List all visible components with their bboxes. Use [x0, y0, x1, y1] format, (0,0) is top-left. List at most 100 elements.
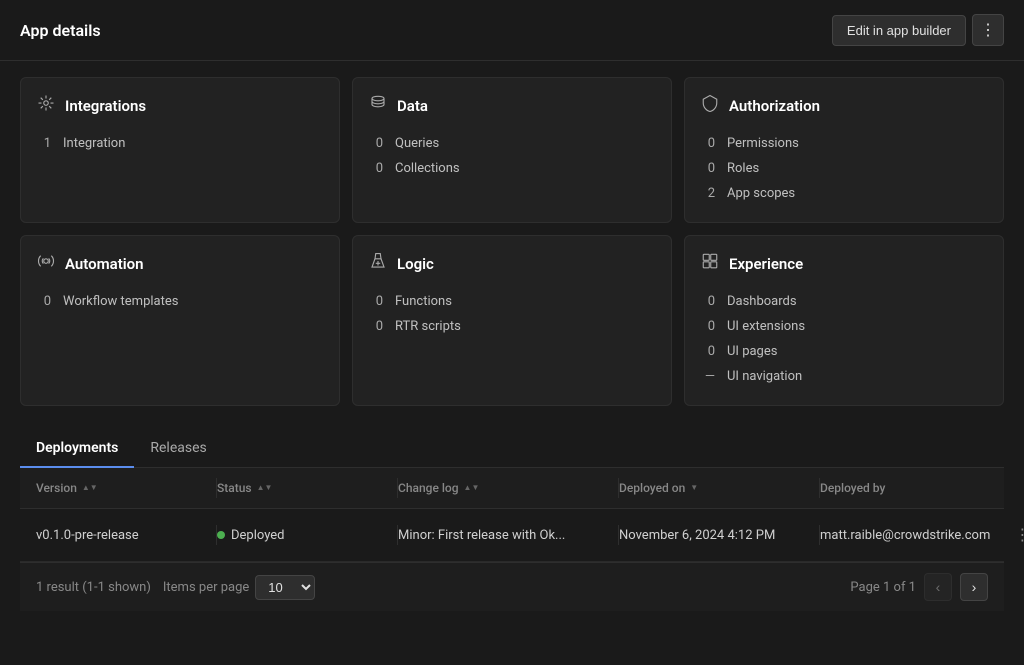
authorization-card-title: Authorization [729, 97, 820, 115]
automation-count-0: 0 [37, 294, 51, 309]
auth-label-0: Permissions [727, 136, 799, 151]
integrations-label-0: Integration [63, 136, 125, 151]
data-card-header: Data [369, 94, 655, 117]
data-icon [369, 94, 387, 117]
data-svg-icon [369, 94, 387, 112]
integrations-item-0: 1 Integration [37, 131, 323, 156]
data-label-0: Queries [395, 136, 439, 151]
table-footer-right: Page 1 of 1 ‹ › [850, 573, 988, 601]
automation-svg-icon [37, 252, 55, 270]
automation-card-header: Automation [37, 252, 323, 275]
auth-label-1: Roles [727, 161, 759, 176]
auth-count-0: 0 [701, 136, 715, 151]
integrations-card-title: Integrations [65, 97, 146, 115]
table-footer-left: 1 result (1-1 shown) Items per page 10 2… [36, 575, 315, 600]
table-footer: 1 result (1-1 shown) Items per page 10 2… [20, 562, 1004, 611]
automation-label-0: Workflow templates [63, 294, 178, 309]
row-more-button[interactable]: ⋮ [1002, 521, 1024, 549]
experience-label-0: Dashboards [727, 294, 797, 309]
experience-card: Experience 0 Dashboards 0 UI extensions … [684, 235, 1004, 406]
auth-item-0: 0 Permissions [701, 131, 987, 156]
experience-label-1: UI extensions [727, 319, 805, 334]
status-dot-deployed [217, 531, 225, 539]
logic-item-1: 0 RTR scripts [369, 314, 655, 339]
tab-deployments[interactable]: Deployments [20, 430, 134, 468]
tabs-section: Deployments Releases [20, 430, 1004, 468]
data-item-0: 0 Queries [369, 131, 655, 156]
items-per-page-select[interactable]: 10 25 50 100 [255, 575, 315, 600]
data-count-1: 0 [369, 161, 383, 176]
column-deployed-on-label: Deployed on [619, 481, 685, 495]
cell-version: v0.1.0-pre-release [36, 528, 216, 543]
page-info: Page 1 of 1 [850, 580, 916, 595]
result-count: 1 result (1-1 shown) [36, 580, 151, 595]
auth-item-1: 0 Roles [701, 156, 987, 181]
sort-status-icon[interactable]: ▲▼ [257, 484, 273, 492]
status-badge: Deployed [217, 528, 385, 543]
column-header-deployed-by: Deployed by [820, 481, 988, 495]
data-card: Data 0 Queries 0 Collections [352, 77, 672, 223]
automation-item-0: 0 Workflow templates [37, 289, 323, 314]
edit-app-builder-button[interactable]: Edit in app builder [832, 15, 966, 46]
authorization-icon [701, 94, 719, 117]
cell-status: Deployed [217, 528, 397, 543]
status-text: Deployed [231, 528, 285, 543]
column-header-status: Status ▲▼ [217, 481, 397, 495]
logic-item-0: 0 Functions [369, 289, 655, 314]
automation-card: Automation 0 Workflow templates [20, 235, 340, 406]
column-changelog-label: Change log [398, 481, 459, 495]
cell-changelog: Minor: First release with Ok... [398, 528, 618, 543]
app-header: App details Edit in app builder ⋮ [0, 0, 1024, 61]
experience-card-header: Experience [701, 252, 987, 275]
sort-deployed-on-icon[interactable]: ▼ [690, 484, 698, 492]
deployments-table: Version ▲▼ Status ▲▼ Change log ▲▼ Deplo… [20, 468, 1004, 611]
experience-label-2: UI pages [727, 344, 777, 359]
sort-changelog-icon[interactable]: ▲▼ [464, 484, 480, 492]
page-prev-button[interactable]: ‹ [924, 573, 952, 601]
column-status-label: Status [217, 481, 252, 495]
auth-count-1: 0 [701, 161, 715, 176]
column-deployed-by-label: Deployed by [820, 481, 885, 495]
experience-item-0: 0 Dashboards [701, 289, 987, 314]
experience-item-2: 0 UI pages [701, 339, 987, 364]
logic-count-0: 0 [369, 294, 383, 309]
page-title: App details [20, 21, 101, 40]
logic-card-header: Logic [369, 252, 655, 275]
integrations-icon [37, 94, 55, 117]
auth-item-2: 2 App scopes [701, 181, 987, 206]
logic-svg-icon [369, 252, 387, 270]
authorization-card: Authorization 0 Permissions 0 Roles 2 Ap… [684, 77, 1004, 223]
integrations-count-0: 1 [37, 136, 51, 151]
cell-deployed-by: matt.raible@crowdstrike.com [820, 528, 1002, 543]
integrations-card-header: Integrations [37, 94, 323, 117]
logic-card: Logic 0 Functions 0 RTR scripts [352, 235, 672, 406]
page-next-button[interactable]: › [960, 573, 988, 601]
integrations-card: Integrations 1 Integration [20, 77, 340, 223]
items-per-page-label: Items per page [163, 580, 249, 595]
experience-count-0: 0 [701, 294, 715, 309]
tab-releases[interactable]: Releases [134, 430, 222, 468]
experience-card-title: Experience [729, 255, 803, 273]
experience-count-1: 0 [701, 319, 715, 334]
logic-icon [369, 252, 387, 275]
column-header-version: Version ▲▼ [36, 481, 216, 495]
data-item-1: 0 Collections [369, 156, 655, 181]
experience-item-3: — UI navigation [701, 364, 987, 389]
experience-svg-icon [701, 252, 719, 270]
data-count-0: 0 [369, 136, 383, 151]
column-header-changelog: Change log ▲▼ [398, 481, 618, 495]
sort-version-icon[interactable]: ▲▼ [82, 484, 98, 492]
header-more-button[interactable]: ⋮ [972, 14, 1004, 46]
experience-count-2: 0 [701, 344, 715, 359]
experience-label-3: UI navigation [727, 369, 802, 384]
logic-label-1: RTR scripts [395, 319, 461, 334]
experience-count-3: — [701, 369, 715, 384]
auth-label-2: App scopes [727, 186, 795, 201]
authorization-card-header: Authorization [701, 94, 987, 117]
tabs-list: Deployments Releases [20, 430, 1004, 467]
logic-count-1: 0 [369, 319, 383, 334]
table-header: Version ▲▼ Status ▲▼ Change log ▲▼ Deplo… [20, 468, 1004, 509]
logic-label-0: Functions [395, 294, 452, 309]
table-row: v0.1.0-pre-release Deployed Minor: First… [20, 509, 1004, 562]
integrations-svg-icon [37, 94, 55, 112]
